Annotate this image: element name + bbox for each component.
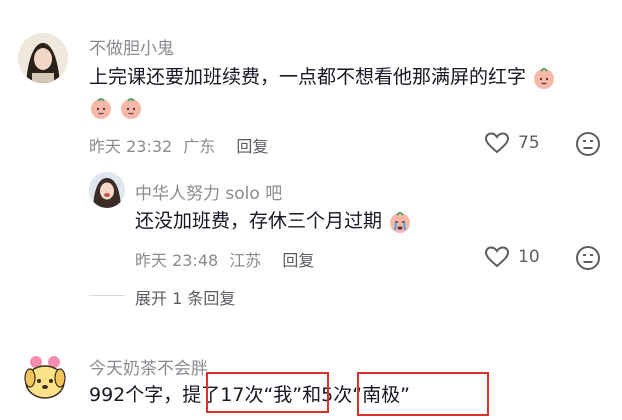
highlight-box <box>206 372 329 413</box>
avatar-image <box>89 172 125 208</box>
avatar[interactable] <box>89 172 125 208</box>
reply-time: 昨天 23:48 <box>135 251 219 270</box>
comment-text: 上完课还要加班续费，一点都不想看他那满屏的红字 <box>89 62 599 122</box>
reply-username[interactable]: 中华人努力 solo 吧 <box>135 179 282 204</box>
avatar-image <box>20 352 70 402</box>
comment-text-content: 上完课还要加班续费，一点都不想看他那满屏的红字 <box>89 66 527 88</box>
like-button[interactable]: 75 <box>484 131 540 155</box>
expand-replies-button[interactable]: 展开 1 条回复 <box>135 285 235 309</box>
avatar[interactable] <box>18 33 68 83</box>
peach-face-emoji <box>121 97 142 119</box>
comment-text-part: 992个字，提了 <box>89 384 221 406</box>
reply-text: 还没加班费，存休三个月过期 <box>135 206 412 236</box>
heart-icon <box>484 246 510 268</box>
reply-text-content: 还没加班费，存休三个月过期 <box>135 210 383 232</box>
dislike-button[interactable] <box>575 245 601 275</box>
reply-meta: 昨天 23:48 江苏 回复 <box>135 247 314 271</box>
peach-face-emoji <box>91 97 111 119</box>
comment-location: 广东 <box>183 137 216 156</box>
reply-button[interactable]: 回复 <box>282 251 314 270</box>
like-count: 75 <box>518 133 540 153</box>
neutral-face-icon <box>576 132 600 156</box>
expand-divider <box>89 295 125 296</box>
like-count: 10 <box>518 247 540 267</box>
crying-emoji <box>390 211 411 233</box>
highlight-box <box>357 372 489 416</box>
peach-face-emoji <box>534 67 555 89</box>
avatar-image <box>18 33 68 83</box>
reply-location: 江苏 <box>229 251 262 270</box>
heart-icon <box>484 132 510 154</box>
comment-time: 昨天 23:32 <box>89 137 173 156</box>
neutral-face-icon <box>576 246 600 270</box>
dislike-button[interactable] <box>575 131 601 161</box>
comment-username[interactable]: 今天奶茶不会胖 <box>89 354 208 379</box>
comment-meta: 昨天 23:32 广东 回复 <box>89 133 268 157</box>
like-button[interactable]: 10 <box>484 245 540 269</box>
comment-username[interactable]: 不做胆小鬼 <box>89 34 174 59</box>
reply-button[interactable]: 回复 <box>236 137 268 156</box>
avatar[interactable] <box>20 352 70 402</box>
